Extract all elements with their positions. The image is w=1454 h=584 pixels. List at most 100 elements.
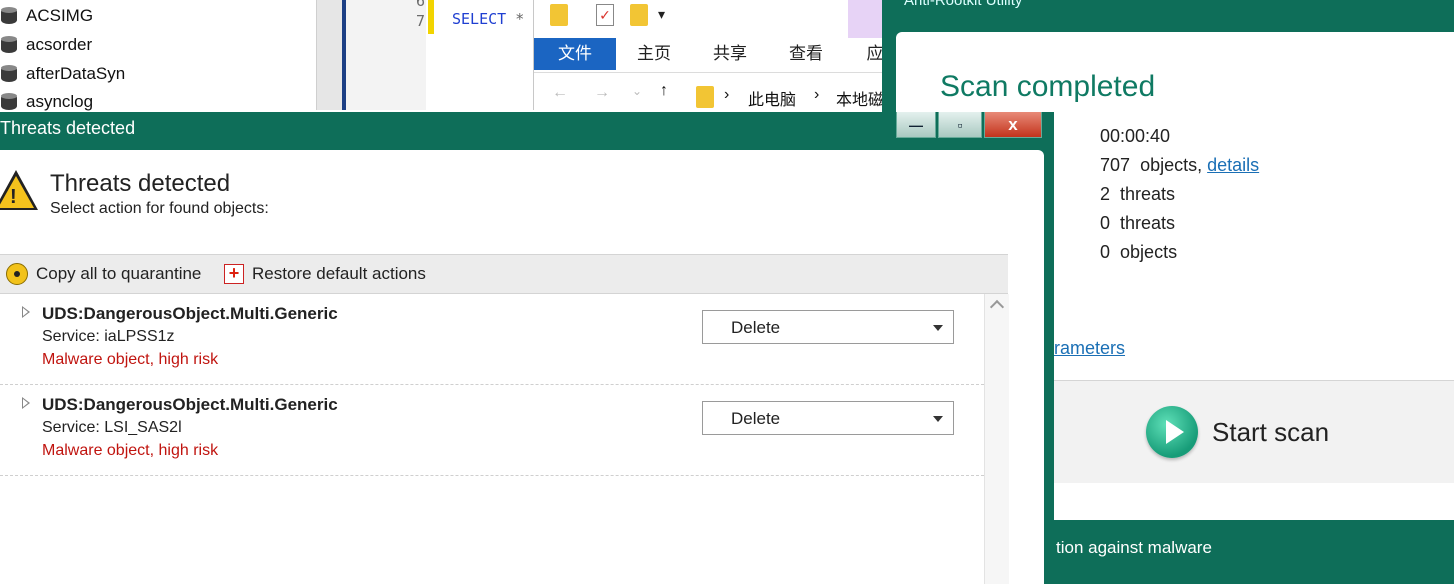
minimize-icon: — [909,117,923,133]
threat-risk: Malware object, high risk [42,442,219,459]
quarantine-icon [6,263,28,285]
warning-icon-fill [0,176,34,208]
stat-objects: 707 objects, details [1100,155,1259,176]
maximize-icon: ▫ [957,117,963,133]
threat-list: UDS:DangerousObject.Multi.Generic Servic… [0,294,984,584]
change-marker [428,0,434,34]
stat-duration: 00:00:40 [1100,126,1170,147]
threat-risk: Malware object, high risk [42,351,219,368]
details-link[interactable]: details [1207,155,1259,175]
tree-scrollbar[interactable] [316,0,343,110]
stat-value: 00:00:40 [1100,126,1171,146]
line-number: 6 [416,0,426,10]
tree-item-database[interactable]: acsorder [0,31,92,59]
tab-view[interactable]: 查看 [778,38,834,70]
start-scan-button[interactable]: Start scan [1146,404,1329,460]
location-folder-icon [696,86,714,108]
threat-service: Service: iaLPSS1z [42,328,175,345]
database-icon [0,6,18,26]
threat-row[interactable]: UDS:DangerousObject.Multi.Generic Servic… [0,294,984,385]
threat-action-select[interactable]: Delete [702,401,954,435]
tab-file[interactable]: 文件 [534,38,616,70]
threat-action-select[interactable]: Delete [702,310,954,344]
stat-label: objects [1120,242,1178,262]
line-gutter [346,0,426,110]
breadcrumb-local-disk[interactable]: 本地磁 [836,86,884,110]
scan-parameters-link[interactable]: rameters [1054,338,1125,359]
breadcrumb-this-pc[interactable]: 此电脑 [748,86,796,110]
stat-value: 0 [1100,242,1111,262]
action-value: Delete [731,318,781,337]
threat-name: UDS:DangerousObject.Multi.Generic [42,304,338,323]
database-icon [0,92,18,112]
tree-item-database[interactable]: ACSIMG [0,2,93,30]
stat-threats-found: 2 threats [1100,184,1175,205]
copy-all-to-quarantine-button[interactable]: Copy all to quarantine [6,255,201,293]
new-folder-icon[interactable] [630,4,648,26]
up-icon[interactable]: ↑ [660,82,668,100]
dialog-heading: Threats detected [50,170,231,197]
folder-icon[interactable] [550,4,568,26]
scroll-up-icon[interactable] [989,299,1005,315]
expand-arrow-icon[interactable] [22,306,30,318]
dialog-subheading: Select action for found objects: [50,200,269,217]
forward-icon[interactable]: → [594,84,610,102]
restore-label: Restore default actions [252,264,426,283]
footer-text: tion against malware [1056,538,1212,557]
tree-item-label: acsorder [26,35,93,54]
back-icon[interactable]: ← [552,84,568,102]
dialog-body: ! Threats detected Select action for fou… [0,150,1044,584]
start-scan-label: Start scan [1212,416,1330,447]
minimize-button[interactable]: — [896,112,936,138]
play-icon [1146,406,1198,458]
database-icon [0,64,18,84]
restore-default-actions-button[interactable]: + Restore default actions [224,255,426,293]
tab-share[interactable]: 共享 [702,38,758,70]
address-bar[interactable]: ← → ⌄ ↑ › 此电脑 › 本地磁 [534,80,894,110]
stat-label: threats [1120,184,1176,204]
customize-toolbar-icon[interactable]: ▾ [658,6,665,23]
breadcrumb-separator-icon: › [814,86,820,103]
threat-service: Service: LSI_SAS2l [42,419,182,436]
threat-list-scrollbar[interactable] [984,294,1009,584]
stat-objects-skipped: 0 objects [1100,242,1177,263]
scan-status-heading: Scan completed [940,70,1156,103]
sql-editor[interactable]: 6 7 SELECT * [346,0,536,110]
breadcrumb-separator-icon: › [724,86,730,103]
threat-name: UDS:DangerousObject.Multi.Generic [42,395,338,414]
tree-item-label: asynclog [26,92,94,111]
tree-item-database[interactable]: afterDataSyn [0,60,125,88]
sql-token: * [515,10,525,28]
sql-keyword: SELECT [452,10,507,28]
chevron-down-icon [933,416,943,422]
action-value: Delete [731,409,781,428]
scan-window-title: Anti-Rootkit Utility [904,0,1023,9]
properties-icon[interactable]: ✓ [596,4,614,26]
stat-value: 2 [1100,184,1111,204]
file-explorer: ✓ ▾ 文件 主页 共享 查看 应 ← → ⌄ ↑ › 此电脑 › 本地磁 [533,0,894,110]
stat-label: threats [1120,213,1176,233]
line-number: 7 [416,12,426,30]
close-button[interactable]: x [984,112,1042,138]
database-tree: ACSIMG acsorder afterDataSyn asynclog [0,0,320,112]
threats-dialog: Threats detected — ▫ x ! Threats detecte… [0,112,1054,584]
chevron-down-icon [933,325,943,331]
database-icon [0,35,18,55]
quick-access-toolbar: ✓ ▾ [534,0,894,38]
close-icon: x [1008,115,1018,134]
tree-item-label: afterDataSyn [26,64,126,83]
warning-mark: ! [10,186,17,208]
dialog-title: Threats detected [0,118,136,138]
maximize-button[interactable]: ▫ [938,112,982,138]
sql-code-line[interactable]: SELECT * [452,10,524,28]
threat-row[interactable]: UDS:DangerousObject.Multi.Generic Servic… [0,385,984,476]
threats-toolbar: Copy all to quarantine + Restore default… [0,254,1008,294]
ribbon: 文件 主页 共享 查看 应 [534,38,894,73]
recent-icon[interactable]: ⌄ [632,84,642,98]
stat-label: objects, [1140,155,1203,175]
tab-home[interactable]: 主页 [626,38,682,70]
stat-threats-neutralized: 0 threats [1100,213,1175,234]
copy-all-label: Copy all to quarantine [36,264,202,283]
tree-item-label: ACSIMG [26,6,94,25]
expand-arrow-icon[interactable] [22,397,30,409]
